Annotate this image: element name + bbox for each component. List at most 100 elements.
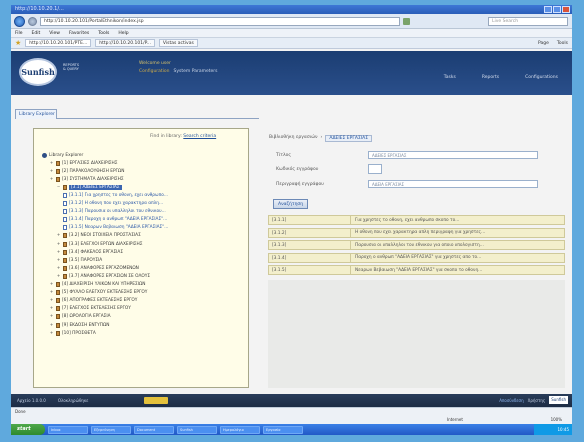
menu-tools[interactable]: Tools	[98, 31, 109, 36]
menu-file[interactable]: File	[15, 31, 23, 36]
taskbar-item[interactable]: Sunfish	[177, 425, 217, 434]
expand-icon[interactable]: +	[49, 290, 54, 295]
taskbar-item[interactable]: Εξερεύνηση	[91, 425, 131, 434]
expand-icon[interactable]: +	[49, 176, 54, 182]
logo-subtitle: REPORTS & QUERY	[63, 63, 80, 71]
tree-node[interactable]: + [7] ΕΛΕΓΧΟΣ ΕΚΤΕΛΕΣΗΣ ΕΡΓΟΥ	[42, 305, 247, 313]
collapse-icon[interactable]: −	[56, 184, 61, 190]
maximize-button[interactable]	[553, 6, 561, 13]
taskbar-item[interactable]: Εργασία	[263, 425, 303, 434]
command-bar: Page Tools	[538, 41, 568, 46]
tree-node[interactable]: + [3.3] ΕΛΕΓΧΟΙ ΕΡΓΩΝ ΔΙΑΧΕΙΡΙΣΗΣ	[42, 240, 247, 248]
tree-node[interactable]: [3.1.1] Για χρηστες το οθονη, εχει ανθρω…	[42, 191, 247, 199]
tree-node[interactable]: + [2] ΠΑΡΑΚΟΛΟΥΘΗΣΗ ΕΡΓΩΝ	[42, 167, 247, 175]
book-icon	[56, 314, 60, 320]
app-menu-reports[interactable]: Reports	[482, 75, 499, 80]
forward-icon[interactable]	[28, 16, 37, 26]
form-row-description: Περιγραφή εγγράφου ΑΔΕΙΑ ΕΡΓΑΣΙΑΣ	[276, 180, 538, 188]
tree-node[interactable]: [3.1.2] Η οθονη που εχει χαρακτηρα απλη.…	[42, 200, 247, 208]
start-button[interactable]: start	[11, 424, 45, 435]
tree-node[interactable]: + [1] ΕΡΓΑΣΙΕΣ ΔΙΑΧΕΙΡΙΣΗΣ	[42, 159, 247, 167]
document-icon	[63, 201, 67, 207]
result-row[interactable]: [3.1.5] Νεαρων Βεβαιωση "ΑΔΕΙΑ ΕΡΓΑΣΙΑΣ" …	[268, 265, 565, 275]
tab-1[interactable]: http://10.10.20.101/PTE...	[25, 39, 92, 47]
tree-node[interactable]: − [3.1] ΑΔΕΙΕΣ ΕΡΓΑΣΙΑΣ	[42, 183, 247, 191]
close-button[interactable]	[562, 6, 570, 13]
user-label: Χρήστης	[527, 397, 546, 403]
tab-2[interactable]: http://10.10.20.101/P...	[95, 39, 155, 47]
tree-node[interactable]: + [10] ΠΡΟΣΘΕΤΑ	[42, 329, 247, 337]
tree-node[interactable]: Library Explorer	[42, 151, 247, 159]
description-input[interactable]: ΑΔΕΙΑ ΕΡΓΑΣΙΑΣ	[368, 180, 538, 188]
expand-icon[interactable]: +	[49, 306, 54, 311]
expand-icon[interactable]: +	[49, 330, 54, 336]
expand-icon[interactable]: +	[56, 241, 61, 247]
tree-node[interactable]: + [5] ΦΥΛΛΟ ΕΛΕΓΧΟΥ ΕΚΤΕΛΕΣΗΣ ΕΡΓΟΥ	[42, 289, 247, 297]
result-row[interactable]: [3.1.1] Για χρηστες το οθονη, εχει ανθρωπ…	[268, 215, 565, 225]
tab-3[interactable]: Vistas activas	[158, 39, 198, 47]
tree-node[interactable]: + [3.6] ΑΝΑΦΟΡΕΣ ΕΡΓΑΖΟΜΕΝΩΝ	[42, 264, 247, 272]
title-input[interactable]: ΑΔΕΙΕΣ ΕΡΓΑΣΙΑΣ	[368, 151, 538, 159]
expand-icon[interactable]: +	[56, 265, 61, 271]
code-input[interactable]	[368, 164, 382, 174]
tree-node[interactable]: [3.1.4] Παροχη ο ανθρωπ "ΑΔΕΙΑ ΕΡΓΑΣΙΑΣ"…	[42, 216, 247, 224]
menu-favorites[interactable]: Favorites	[69, 31, 89, 36]
app-menu-config[interactable]: Configurations	[525, 75, 558, 80]
tab-library-explorer[interactable]: Library Explorer	[15, 109, 57, 119]
config-link[interactable]: Configuration	[139, 69, 170, 74]
menu-edit[interactable]: Edit	[32, 31, 41, 36]
search-input[interactable]: Live Search	[488, 16, 568, 26]
favorites-star-icon[interactable]: ★	[15, 39, 21, 47]
expand-icon[interactable]: +	[56, 273, 61, 279]
menu-help[interactable]: Help	[118, 31, 128, 36]
tree-node[interactable]: [3.1.5] Νεαρων Βεβαιωση "ΑΔΕΙΑ ΕΡΓΑΣΙΑΣ"…	[42, 224, 247, 232]
expand-icon[interactable]: +	[56, 257, 61, 263]
tools-menu[interactable]: Tools	[557, 41, 568, 46]
tree-node[interactable]: + [9] ΕΚΔΟΣΗ ΕΝΤΥΠΩΝ	[42, 321, 247, 329]
tree-node[interactable]: + [4] ΔΙΑΧΕΙΡΙΣΗ ΥΛΙΚΩΝ ΚΑΙ ΥΠΗΡΕΣΙΩΝ	[42, 281, 247, 289]
find-label: Find in library:	[150, 134, 182, 139]
tree-node[interactable]: [3.1.3] Παρουσια οι υπαλληλοι του εθνικο…	[42, 208, 247, 216]
search-criteria-link[interactable]: Search criteria	[183, 134, 216, 139]
results-empty-area	[268, 280, 565, 388]
breadcrumb-parent[interactable]: Βιβλιοθήκη εργασιών	[269, 135, 318, 142]
tree-node[interactable]: + [8] ΩΡΟΛΟΓΙΑ ΕΡΓΑΣΙΑ	[42, 313, 247, 321]
expand-icon[interactable]: +	[49, 314, 54, 319]
document-icon	[63, 209, 67, 215]
expand-icon[interactable]: +	[49, 322, 54, 328]
search-button[interactable]: Αναζήτηση	[273, 199, 309, 209]
tab-bar: ★ http://10.10.20.101/PTE... http://10.1…	[11, 38, 572, 49]
expand-icon[interactable]: +	[49, 168, 54, 174]
result-row[interactable]: [3.1.2] Η οθονη που εχει χαρακτηρα απλη π…	[268, 227, 565, 238]
expand-icon[interactable]: +	[49, 298, 54, 303]
taskbar-item[interactable]: Inbox	[48, 425, 88, 434]
result-row[interactable]: [3.1.3] Παρουσια οι υπαλληλοι του εθνικου…	[268, 240, 565, 250]
url-input[interactable]: http://10.10.20.101/PortalEthnikon/index…	[40, 16, 400, 26]
expand-icon[interactable]: +	[56, 249, 61, 255]
app-logo[interactable]: Sunfish	[19, 58, 57, 86]
tree-node[interactable]: + [3.4] ΦΑΚΕΛΟΣ ΕΡΓΑΣΙΑΣ	[42, 248, 247, 256]
system-params-link[interactable]: System Parameters	[174, 69, 218, 74]
menu-view[interactable]: View	[49, 31, 60, 36]
back-icon[interactable]	[14, 15, 25, 27]
taskbar-item[interactable]: Ημερολόγιο	[220, 425, 260, 434]
page-menu[interactable]: Page	[538, 41, 549, 46]
tree-node[interactable]: + [6] ΑΠΟΓΡΑΦΕΣ ΕΚΤΕΛΕΣΗΣ ΕΡΓΟΥ	[42, 297, 247, 305]
refresh-icon[interactable]	[403, 17, 410, 25]
minimize-button[interactable]	[544, 6, 552, 13]
taskbar-item[interactable]: Document	[134, 425, 174, 434]
tree-node[interactable]: + [3] ΣΥΣΤΗΜΑΤΑ ΔΙΑΧΕΙΡΙΣΗΣ	[42, 175, 247, 183]
result-description: Παρουσια οι υπαλληλοι του εθνικου για οπ…	[355, 242, 484, 248]
tree-node[interactable]: + [3.5] ΠΑΡΟΥΣΙΑ	[42, 256, 247, 264]
expand-icon[interactable]: +	[56, 233, 61, 238]
tree-node[interactable]: + [3.2] ΝΕΟΙ ΣΤΟΙΧΕΙΑ ΠΡΟΣΤΑΣΙΑΣ	[42, 232, 247, 240]
expand-icon[interactable]: +	[49, 282, 54, 287]
app-menu-tasks[interactable]: Tasks	[444, 75, 456, 80]
logout-link[interactable]: Αποσύνδεση	[499, 398, 523, 403]
result-row[interactable]: [3.1.4] Παροχη ο ανθρωπ "ΑΔΕΙΑ ΕΡΓΑΣΙΑΣ" …	[268, 252, 565, 263]
tree-node[interactable]: + [3.7] ΑΝΑΦΟΡΕΣ ΕΡΓΑΣΙΩΝ ΣΕ ΟΛΟΥΣ	[42, 272, 247, 280]
zoom-level[interactable]: 100%	[551, 416, 562, 424]
result-description: Η οθονη που εχει χαρακτηρα απλη περιγραφ…	[355, 230, 486, 235]
expand-icon[interactable]: +	[49, 160, 54, 166]
result-description: Παροχη ο ανθρωπ "ΑΔΕΙΑ ΕΡΓΑΣΙΑΣ" για χρη…	[355, 255, 482, 260]
